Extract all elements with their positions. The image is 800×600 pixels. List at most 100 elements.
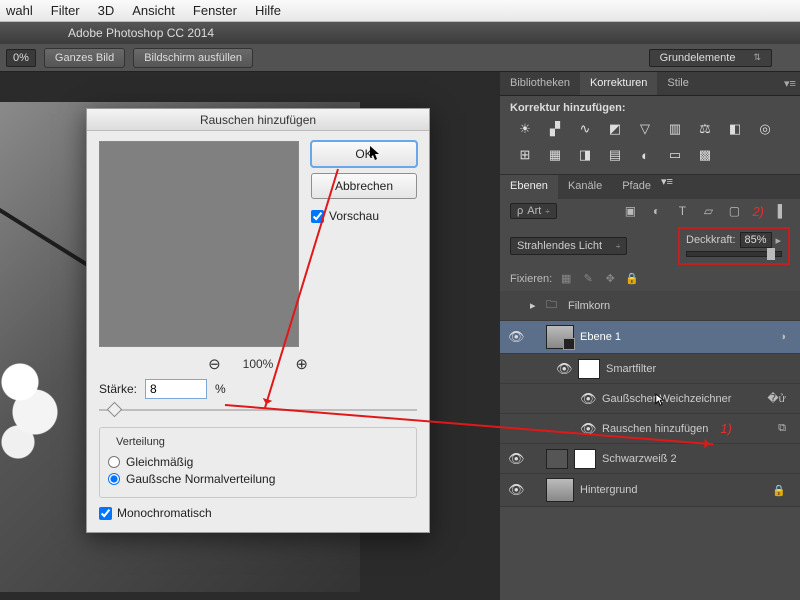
workspace-dropdown[interactable]: Grundelemente xyxy=(649,49,772,67)
menu-item[interactable]: Filter xyxy=(51,3,80,18)
panel-menu-icon[interactable]: ▾≡ xyxy=(780,72,800,95)
menu-item[interactable]: Ansicht xyxy=(132,3,175,18)
cursor-icon xyxy=(655,393,667,409)
levels-icon[interactable]: ▞ xyxy=(544,120,566,138)
visibility-toggle[interactable]: 👁 xyxy=(508,329,524,345)
tab-styles[interactable]: Stile xyxy=(657,72,698,95)
filter-mask-thumbnail xyxy=(578,359,600,379)
filter-pixel-icon[interactable]: ▣ xyxy=(622,204,638,218)
gradient-map-icon[interactable]: ▭ xyxy=(664,146,686,164)
amount-input[interactable] xyxy=(145,379,207,399)
filter-options-icon[interactable]: �ử xyxy=(767,392,792,405)
zoom-field[interactable]: 0% xyxy=(6,49,36,67)
distribution-gaussian[interactable]: Gaußsche Normalverteilung xyxy=(108,472,408,486)
visibility-toggle[interactable]: 👁 xyxy=(556,361,572,377)
threshold-icon[interactable]: ◐ xyxy=(634,146,656,164)
filter-entry-gaussian[interactable]: 👁 Gaußscher Weichzeichner �ử xyxy=(500,384,800,414)
visibility-toggle[interactable]: 👁 xyxy=(580,391,596,407)
lock-row: Fixieren: ▦ ✎ ✥ 🔒 xyxy=(500,269,800,291)
layer-group-row[interactable]: ▸ 🗀 Filmkorn xyxy=(500,291,800,321)
noise-preview xyxy=(99,141,299,347)
lock-position-icon[interactable]: ✥ xyxy=(602,272,618,285)
opacity-flyout-icon[interactable]: ▸ xyxy=(776,234,782,247)
layer-filter-bar: ρArt ▣ ◐ T ▱ ▢ 2) ▌ xyxy=(500,199,800,223)
opacity-slider[interactable] xyxy=(686,251,782,257)
disclosure-icon[interactable]: ▸ xyxy=(530,299,540,312)
filter-name: Rauschen hinzufügen xyxy=(602,423,708,435)
annotation-1: 1) xyxy=(720,421,732,436)
lock-all-icon[interactable]: 🔒 xyxy=(624,272,640,285)
adjustment-icons: ☀ ▞ ∿ ◩ ▽ ▥ ⚖ ◧ ◎ ⊞ ▦ ◨ ▤ ◐ ▭ ▩ xyxy=(500,116,800,174)
cursor-icon xyxy=(370,146,382,162)
layer-row-background[interactable]: 👁 Hintergrund 🔒 xyxy=(500,474,800,507)
distribution-group-label: Verteilung xyxy=(112,436,169,448)
menu-item[interactable]: Fenster xyxy=(193,3,237,18)
adjustment-icon xyxy=(546,449,568,469)
brightness-icon[interactable]: ☀ xyxy=(514,120,536,138)
layer-name: Filmkorn xyxy=(568,300,610,312)
fit-screen-button[interactable]: Ganzes Bild xyxy=(44,48,125,68)
lock-pixels-icon[interactable]: ✎ xyxy=(580,272,596,285)
menu-item[interactable]: wahl xyxy=(6,3,33,18)
smartfilter-label: Smartfilter xyxy=(606,363,656,375)
filter-type-icon[interactable]: T xyxy=(674,204,690,218)
channel-mixer-icon[interactable]: ⊞ xyxy=(514,146,536,164)
preview-checkbox[interactable]: Vorschau xyxy=(311,209,417,223)
distribution-uniform[interactable]: Gleichmäßig xyxy=(108,455,408,469)
visibility-toggle[interactable]: 👁 xyxy=(508,451,524,467)
layer-thumbnail xyxy=(546,325,574,349)
filter-kind-dropdown[interactable]: ρArt xyxy=(510,203,557,219)
layer-thumbnail xyxy=(546,478,574,502)
photo-filter-icon[interactable]: ◎ xyxy=(754,120,776,138)
monochromatic-checkbox[interactable]: Monochromatisch xyxy=(99,506,417,520)
layers-panel-tabs: Ebenen Kanäle Pfade ▾≡ xyxy=(500,175,800,199)
opacity-field[interactable]: 85% xyxy=(740,232,772,248)
filter-toggle-icon[interactable]: ▌ xyxy=(774,204,790,218)
opacity-control-highlight: Deckkraft: 85% ▸ xyxy=(678,227,790,265)
amount-label: Stärke: xyxy=(99,382,137,396)
adjustments-panel-tabs: Bibliotheken Korrekturen Stile ▾≡ xyxy=(500,72,800,96)
layer-name: Ebene 1 xyxy=(580,331,621,343)
lock-transparent-icon[interactable]: ▦ xyxy=(558,272,574,285)
filter-shape-icon[interactable]: ▱ xyxy=(700,204,716,218)
selective-color-icon[interactable]: ▩ xyxy=(694,146,716,164)
posterize-icon[interactable]: ▤ xyxy=(604,146,626,164)
filter-smart-icon[interactable]: ▢ xyxy=(726,204,742,218)
filter-options-icon[interactable]: ⧉ xyxy=(778,422,792,435)
curves-icon[interactable]: ∿ xyxy=(574,120,596,138)
zoom-in-icon[interactable]: ⊕ xyxy=(295,355,308,373)
folder-icon: 🗀 xyxy=(546,296,562,315)
menu-item[interactable]: 3D xyxy=(98,3,115,18)
cancel-button[interactable]: Abbrechen xyxy=(311,173,417,199)
dialog-title: Rauschen hinzufügen xyxy=(87,109,429,131)
blend-mode-dropdown[interactable]: Strahlendes Licht xyxy=(510,237,627,255)
hue-icon[interactable]: ▥ xyxy=(664,120,686,138)
bw-icon[interactable]: ◧ xyxy=(724,120,746,138)
invert-icon[interactable]: ◨ xyxy=(574,146,596,164)
smartfilter-row[interactable]: 👁 Smartfilter xyxy=(500,354,800,384)
balance-icon[interactable]: ⚖ xyxy=(694,120,716,138)
smart-object-icon: ◑ xyxy=(779,331,792,343)
panel-menu-icon[interactable]: ▾≡ xyxy=(661,175,673,199)
exposure-icon[interactable]: ◩ xyxy=(604,120,626,138)
layer-row-bw[interactable]: 👁 Schwarzweiß 2 xyxy=(500,444,800,474)
tab-paths[interactable]: Pfade xyxy=(612,175,661,199)
ok-button[interactable]: OK xyxy=(311,141,417,167)
tab-channels[interactable]: Kanäle xyxy=(558,175,612,199)
lookup-icon[interactable]: ▦ xyxy=(544,146,566,164)
app-titlebar: Adobe Photoshop CC 2014 xyxy=(0,22,800,44)
layer-row-selected[interactable]: 👁 Ebene 1 ◑ xyxy=(500,321,800,354)
menu-item[interactable]: Hilfe xyxy=(255,3,281,18)
tab-adjustments[interactable]: Korrekturen xyxy=(580,72,657,95)
vibrance-icon[interactable]: ▽ xyxy=(634,120,656,138)
layer-mask-thumbnail xyxy=(574,449,596,469)
tab-libraries[interactable]: Bibliotheken xyxy=(500,72,580,95)
app-title: Adobe Photoshop CC 2014 xyxy=(68,26,214,40)
visibility-toggle[interactable]: 👁 xyxy=(508,482,524,498)
zoom-out-icon[interactable]: ⊖ xyxy=(208,355,221,373)
fill-screen-button[interactable]: Bildschirm ausfüllen xyxy=(133,48,253,68)
lock-icon: 🔒 xyxy=(772,484,792,497)
options-bar: 0% Ganzes Bild Bildschirm ausfüllen Grun… xyxy=(0,44,800,72)
filter-adjust-icon[interactable]: ◐ xyxy=(648,204,664,218)
tab-layers[interactable]: Ebenen xyxy=(500,175,558,199)
